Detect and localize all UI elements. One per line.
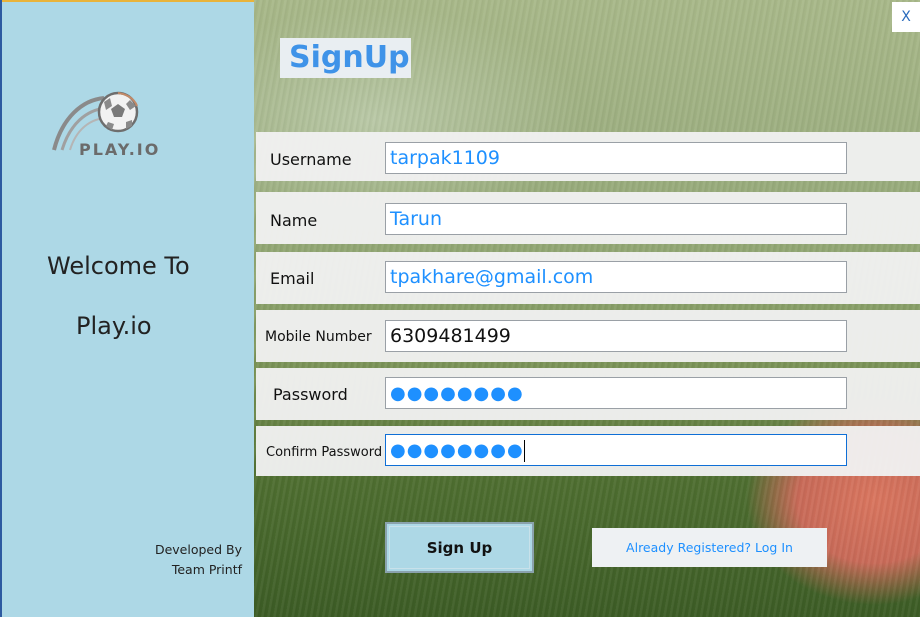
- background-image: [254, 0, 920, 617]
- email-label: Email: [270, 269, 315, 288]
- email-field[interactable]: tpakhare@gmail.com: [385, 261, 847, 293]
- logo-text: PLAY.IO: [79, 140, 161, 159]
- username-label: Username: [270, 150, 352, 169]
- confirm-password-field[interactable]: ●●●●●●●●: [385, 434, 847, 466]
- mobile-label: Mobile Number: [265, 329, 372, 345]
- confirm-password-label: Confirm Password: [266, 445, 383, 460]
- developer-credit-line1: Developed By: [154, 542, 242, 557]
- page-title: SignUp: [289, 40, 410, 75]
- confirm-password-mask: ●●●●●●●●: [390, 440, 524, 461]
- mobile-field[interactable]: 6309481499: [385, 320, 847, 352]
- password-mask: ●●●●●●●●: [390, 383, 524, 404]
- password-field[interactable]: ●●●●●●●●: [385, 377, 847, 409]
- text-cursor: [523, 439, 525, 462]
- developer-credit-line2: Team Printf: [171, 562, 242, 577]
- close-button[interactable]: X: [892, 2, 920, 32]
- name-field[interactable]: Tarun: [385, 203, 847, 235]
- signup-button[interactable]: Sign Up: [385, 522, 534, 573]
- app-name-heading: Play.io: [76, 312, 152, 340]
- left-panel: PLAY.IO Welcome To Play.io Developed By …: [0, 0, 254, 617]
- login-link-button[interactable]: Already Registered? Log In: [592, 528, 827, 567]
- developer-credit: Developed By Team Printf: [155, 540, 242, 580]
- name-label: Name: [270, 211, 318, 230]
- username-field[interactable]: tarpak1109: [385, 142, 847, 174]
- welcome-heading: Welcome To: [47, 252, 190, 280]
- password-label: Password: [273, 385, 348, 404]
